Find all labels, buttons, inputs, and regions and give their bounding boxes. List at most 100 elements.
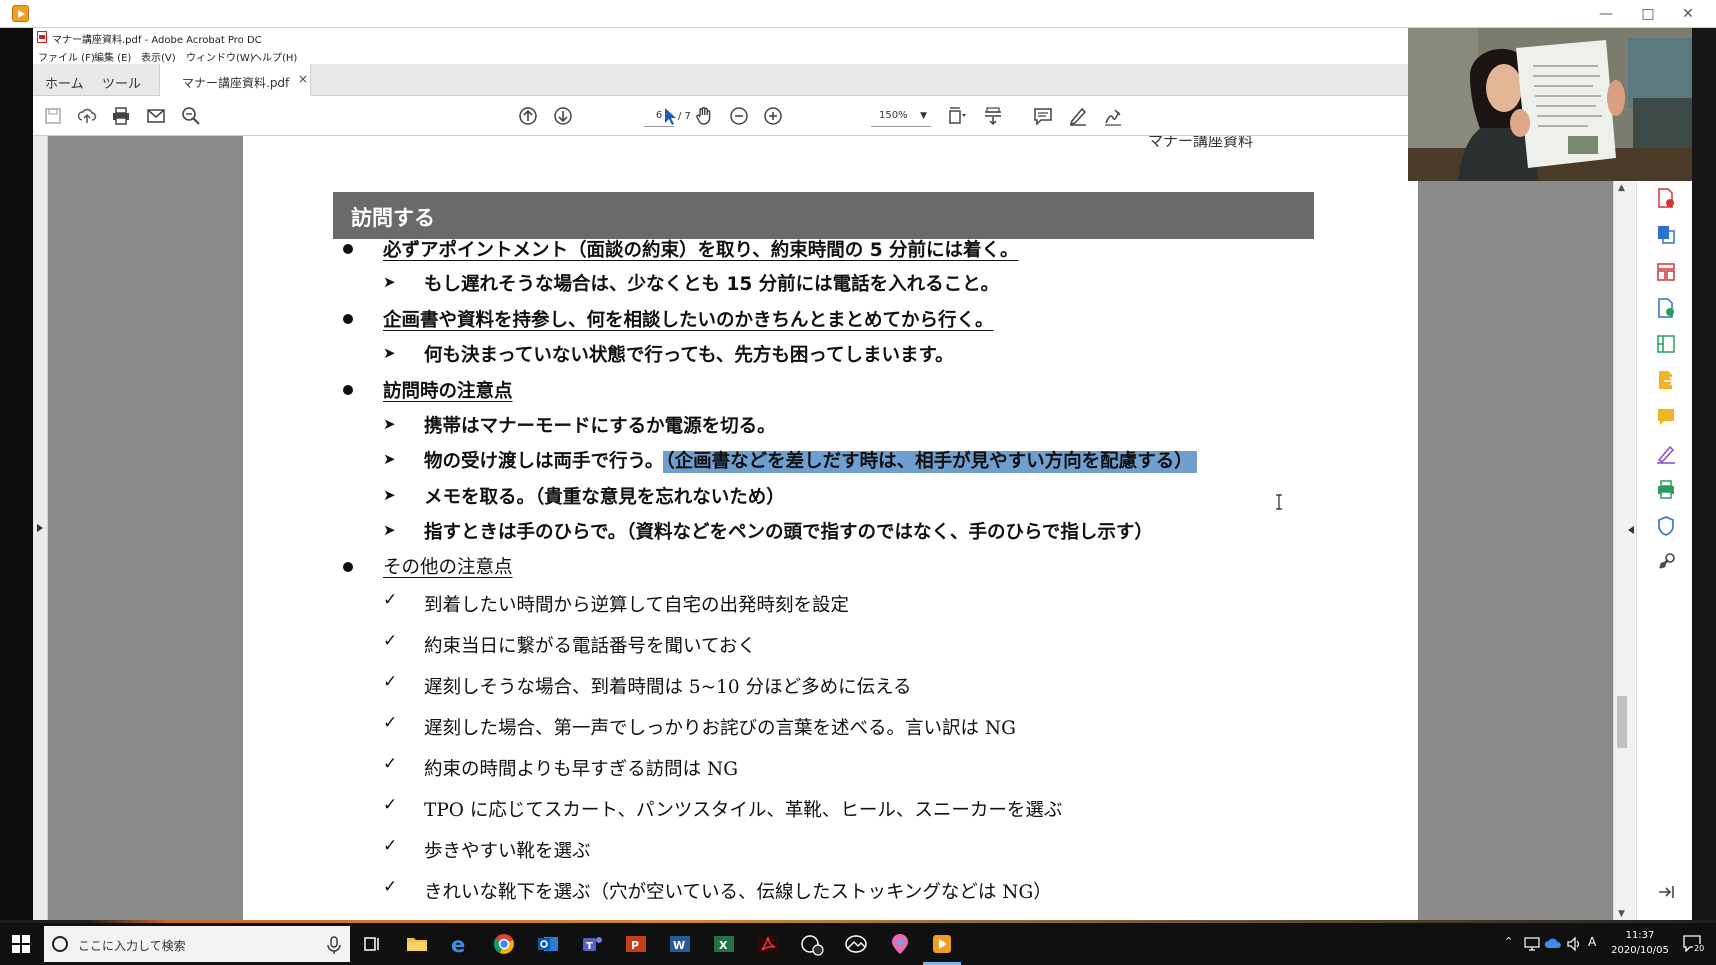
tab-home[interactable]: ホーム [45,73,84,92]
tab-document-label: マナー講座資料.pdf [182,76,290,90]
close-icon[interactable]: ✕ [1668,2,1708,26]
selected-text-highlight[interactable]: （企画書などを差しだす時は、相手が見やすい方向を配慮する） [663,451,1197,473]
fill-sign-icon[interactable] [1655,443,1677,465]
sign-icon[interactable] [1103,106,1123,126]
powerpoint-icon[interactable]: P [624,932,648,956]
comment-tool-icon[interactable] [1655,406,1677,428]
taskbar-clock[interactable]: 11:37 2020/10/05 [1600,928,1680,958]
arrow-marker: ➤ [383,415,396,433]
scroll-mode-icon[interactable] [983,106,1003,126]
doc-line-arrow: メモを取る。（貴重な意見を忘れないため） [424,487,785,508]
next-page-icon[interactable] [553,106,573,126]
microphone-icon[interactable] [325,935,343,955]
zoom-in-icon[interactable] [763,106,783,126]
badge-app-icon[interactable] [800,932,824,956]
bullet-marker [343,314,353,324]
export-pdf-icon[interactable] [1655,187,1677,209]
search-zoom-icon[interactable] [181,106,201,126]
print-production-icon[interactable] [1655,479,1677,501]
create-pdf-icon[interactable] [1655,223,1677,245]
check-marker: ✓ [383,713,398,733]
page-gutter-right [1418,136,1613,923]
webcam-person-image [1408,28,1692,181]
tab-close-icon[interactable]: × [298,72,308,86]
menu-edit[interactable]: 編集 (E) [94,49,131,64]
doc-line-bullet: 必ずアポイントメント（面談の約束）を取り、約束時間の 5 分前には着く。 [383,240,1019,261]
save-icon[interactable] [43,106,63,126]
excel-icon[interactable]: X [712,932,736,956]
chevron-down-icon: ▼ [920,111,927,121]
maximize-icon[interactable]: □ [1628,2,1668,26]
combine-files-icon[interactable] [1655,333,1677,355]
tab-tools[interactable]: ツール [102,73,141,92]
zoom-out-icon[interactable] [729,106,749,126]
svg-text:W: W [673,939,685,952]
file-explorer-icon[interactable] [405,932,429,956]
svg-text:P: P [631,939,639,952]
doc-line-bullet: その他の注意点 [383,557,513,578]
doc-line-check: きれいな靴下を選ぶ（穴が空いている、伝線したストッキングなどは NG） [424,882,1052,903]
doc-line-arrow: 物の受け渡しは両手で行う。 （企画書などを差しだす時は、相手が見やすい方向を配慮す… [424,447,1197,473]
doc-line-arrow: 何も決まっていない状態で行っても、先方も困ってしまいます。 [424,345,954,366]
more-tools-icon[interactable] [1655,551,1677,573]
menu-file[interactable]: ファイル (F) [38,49,95,64]
page-header-fragment: マナー講座資料 [1148,136,1254,150]
tray-chevron-up-icon[interactable]: ⌃ [1504,935,1513,948]
search-placeholder: ここに入力して検索 [78,939,186,953]
collapse-pane-icon[interactable] [1655,881,1677,903]
menu-view[interactable]: 表示(V) [141,49,176,64]
protect-shield-icon[interactable] [1655,515,1677,537]
acrobat-taskbar-icon[interactable] [756,932,780,956]
player-app-icon [12,5,29,22]
arrow-marker: ➤ [383,521,396,539]
print-icon[interactable] [111,106,131,126]
organize-pages-icon[interactable] [1655,261,1677,283]
comment-icon[interactable] [1033,106,1053,126]
fit-page-icon[interactable] [947,106,967,126]
taskbar-search-box[interactable]: ここに入力して検索 [44,926,350,962]
tab-document[interactable]: マナー講座資料.pdf × [159,64,311,97]
outer-window-titlebar: — □ ✕ [0,0,1716,28]
windows-start-icon[interactable] [10,933,32,955]
menu-help[interactable]: ヘルプ(H) [252,49,297,64]
onedrive-cloud-icon[interactable] [1544,936,1562,950]
doc-line-check: TPO に応じてスカート、パンツスタイル、革靴、ヒール、スニーカーを選ぶ [424,800,1063,821]
prev-page-icon[interactable] [518,106,538,126]
highlight-pen-icon[interactable] [1068,106,1088,126]
network-icon[interactable] [1524,936,1540,952]
scroll-up-icon[interactable]: ▲ [1618,183,1625,193]
chrome-browser-icon[interactable] [492,932,516,956]
zoom-level-select[interactable]: 150% ▼ [871,105,931,127]
edit-pdf-icon[interactable] [1655,297,1677,319]
video-player-icon[interactable] [930,932,954,956]
word-icon[interactable]: W [668,932,692,956]
maps-pin-icon[interactable] [888,932,912,956]
scroll-down-icon[interactable]: ▼ [1618,909,1625,919]
doc-line-bullet: 企画書や資料を持参し、何を相談したいのかきちんとまとめてから行く。 [383,310,994,331]
outlook-icon[interactable] [536,932,560,956]
upload-cloud-icon[interactable] [77,106,97,126]
check-marker: ✓ [383,754,398,774]
teams-icon[interactable]: T [580,932,604,956]
speaker-volume-icon[interactable] [1566,936,1582,952]
clock-time: 11:37 [1625,930,1655,941]
select-cursor-icon[interactable] [659,106,679,126]
edge-browser-icon[interactable]: e [448,932,472,957]
left-panel-toggle[interactable] [33,136,48,923]
pdf-page: マナー講座資料 訪問する 必ずアポイントメント（面談の約束）を取り、約束時間の … [243,136,1418,923]
hand-tool-icon[interactable] [694,106,714,126]
screen: — □ ✕ マナー講座資料.pdf - Adobe Acrobat Pro DC… [0,0,1716,965]
minimize-icon[interactable]: — [1586,2,1626,26]
right-pane-toggle[interactable] [1628,181,1636,923]
check-marker: ✓ [383,836,398,856]
ime-indicator[interactable]: A [1588,935,1596,949]
scrollbar-thumb[interactable] [1617,696,1627,748]
menu-window[interactable]: ウィンドウ(W) [186,49,254,64]
photos-app-icon[interactable] [844,932,868,956]
export-file-icon[interactable] [1655,369,1677,391]
arrow-marker: ➤ [383,486,396,504]
document-scrollbar[interactable]: ▲ ▼ [1613,181,1629,923]
email-icon[interactable] [146,106,166,126]
doc-line-check: 約束の時間よりも早すぎる訪問は NG [424,759,738,780]
task-view-icon[interactable] [360,932,384,956]
